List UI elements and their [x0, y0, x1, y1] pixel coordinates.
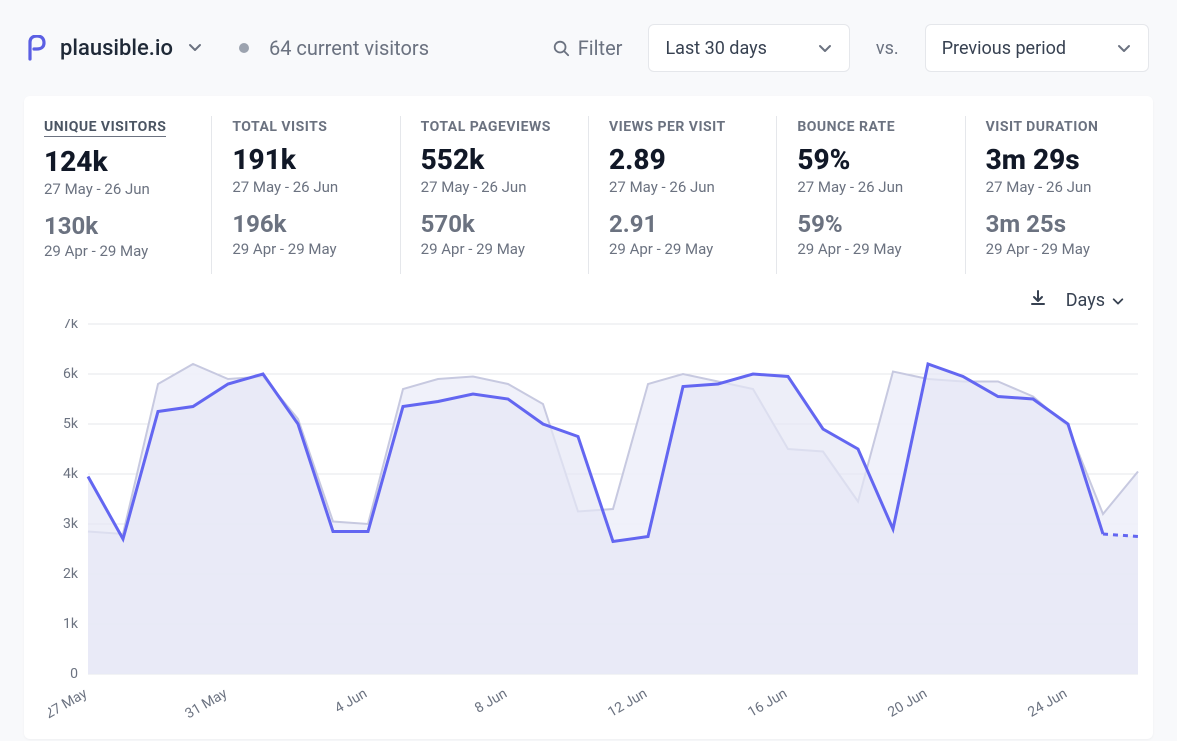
- svg-text:3k: 3k: [63, 516, 79, 532]
- metric-prev-range: 29 Apr - 29 May: [986, 240, 1133, 258]
- metric-label: UNIQUE VISITORS: [44, 119, 166, 137]
- metric-prev-value: 59%: [797, 210, 944, 238]
- svg-text:27 May: 27 May: [48, 685, 90, 722]
- metric-prev-value: 570k: [421, 210, 568, 238]
- svg-text:0: 0: [70, 666, 78, 682]
- metric-label: VIEWS PER VISIT: [609, 119, 726, 135]
- metric-label: TOTAL VISITS: [232, 119, 327, 135]
- filter-button[interactable]: Filter: [552, 36, 623, 60]
- metric-range: 27 May - 26 Jun: [232, 178, 379, 196]
- metric-prev-range: 29 Apr - 29 May: [421, 240, 568, 258]
- svg-text:1k: 1k: [63, 616, 79, 632]
- svg-text:6k: 6k: [63, 366, 79, 382]
- site-title[interactable]: plausible.io: [60, 36, 173, 61]
- svg-text:20 Jun: 20 Jun: [885, 686, 930, 721]
- metrics-row: UNIQUE VISITORS 124k 27 May - 26 Jun 130k 29…: [24, 96, 1153, 284]
- site-switch-chevron-icon[interactable]: [187, 36, 203, 60]
- interval-select[interactable]: Days: [1066, 290, 1125, 311]
- visitors-chart[interactable]: 0 1k 2k 3k 4k 5k 6k 7k 27 May 31 May 4 Jun 8 Jun 12 …: [48, 319, 1148, 729]
- svg-text:12 Jun: 12 Jun: [605, 686, 650, 721]
- svg-text:24 Jun: 24 Jun: [1025, 686, 1070, 721]
- metric-value: 59%: [797, 143, 944, 176]
- chart-area: 0 1k 2k 3k 4k 5k 6k 7k 27 May 31 May 4 Jun 8 Jun 12 …: [24, 319, 1153, 739]
- compare-select-label: Previous period: [942, 38, 1066, 59]
- metric-label: TOTAL PAGEVIEWS: [421, 119, 551, 135]
- search-icon: [552, 39, 570, 57]
- logo: [28, 35, 46, 61]
- metric-prev-range: 29 Apr - 29 May: [232, 240, 379, 258]
- download-icon: [1028, 288, 1048, 308]
- metric-prev-value: 196k: [232, 210, 379, 238]
- metric-views-per-visit[interactable]: VIEWS PER VISIT 2.89 27 May - 26 Jun 2.91 29…: [589, 116, 777, 274]
- metric-visit-duration[interactable]: VISIT DURATION 3m 29s 27 May - 26 Jun 3m 25…: [966, 116, 1153, 274]
- metric-range: 27 May - 26 Jun: [986, 178, 1133, 196]
- interval-label: Days: [1066, 290, 1105, 311]
- svg-text:4k: 4k: [63, 466, 79, 482]
- metric-unique-visitors[interactable]: UNIQUE VISITORS 124k 27 May - 26 Jun 130k 29…: [24, 116, 212, 274]
- chevron-down-icon: [1111, 294, 1125, 308]
- metric-total-pageviews[interactable]: TOTAL PAGEVIEWS 552k 27 May - 26 Jun 570k 29…: [401, 116, 589, 274]
- vs-label: vs.: [876, 38, 899, 59]
- metric-prev-range: 29 Apr - 29 May: [797, 240, 944, 258]
- svg-text:16 Jun: 16 Jun: [745, 686, 790, 721]
- metric-range: 27 May - 26 Jun: [44, 180, 191, 198]
- svg-text:2k: 2k: [63, 566, 79, 582]
- presence-dot-icon: [239, 43, 249, 53]
- metric-range: 27 May - 26 Jun: [797, 178, 944, 196]
- metric-value: 124k: [44, 145, 191, 178]
- compare-select[interactable]: Previous period: [925, 24, 1149, 72]
- chevron-down-icon: [817, 40, 833, 56]
- chevron-down-icon: [1116, 40, 1132, 56]
- metric-prev-value: 2.91: [609, 210, 756, 238]
- metric-prev-value: 3m 25s: [986, 210, 1133, 238]
- metric-range: 27 May - 26 Jun: [421, 178, 568, 196]
- period-select-label: Last 30 days: [665, 38, 766, 59]
- current-visitors[interactable]: 64 current visitors: [269, 36, 429, 60]
- metric-value: 191k: [232, 143, 379, 176]
- svg-text:5k: 5k: [63, 416, 79, 432]
- metric-value: 552k: [421, 143, 568, 176]
- svg-text:31 May: 31 May: [183, 685, 231, 722]
- svg-text:4 Jun: 4 Jun: [332, 686, 370, 717]
- metric-prev-range: 29 Apr - 29 May: [609, 240, 756, 258]
- metric-value: 2.89: [609, 143, 756, 176]
- period-select[interactable]: Last 30 days: [648, 24, 849, 72]
- download-button[interactable]: [1028, 288, 1048, 313]
- filter-label: Filter: [578, 36, 623, 60]
- svg-text:8 Jun: 8 Jun: [472, 686, 510, 717]
- metric-prev-value: 130k: [44, 212, 191, 240]
- metric-range: 27 May - 26 Jun: [609, 178, 756, 196]
- metric-value: 3m 29s: [986, 143, 1133, 176]
- metric-bounce-rate[interactable]: BOUNCE RATE 59% 27 May - 26 Jun 59% 29 Apr -…: [777, 116, 965, 274]
- svg-text:7k: 7k: [63, 319, 79, 332]
- metric-label: BOUNCE RATE: [797, 119, 895, 135]
- metric-total-visits[interactable]: TOTAL VISITS 191k 27 May - 26 Jun 196k 29 Ap…: [212, 116, 400, 274]
- metric-prev-range: 29 Apr - 29 May: [44, 242, 191, 260]
- metric-label: VISIT DURATION: [986, 119, 1099, 135]
